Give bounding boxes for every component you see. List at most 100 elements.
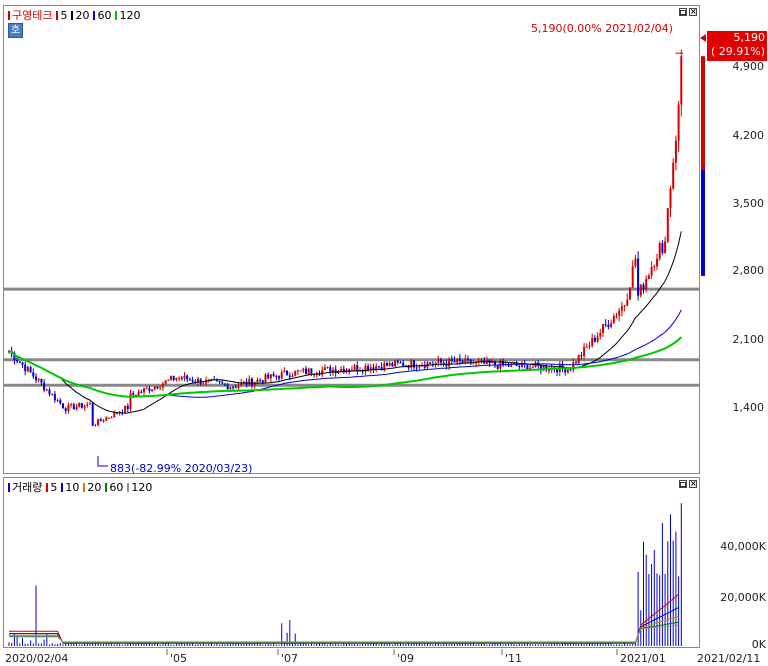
candle-body: [256, 379, 259, 383]
candle-body: [548, 370, 550, 372]
candle-body: [318, 374, 321, 376]
candle-body: [448, 358, 451, 367]
candle-body: [677, 104, 680, 141]
candle-body: [248, 378, 251, 385]
candle-body: [321, 370, 324, 375]
candle-body: [356, 365, 359, 371]
candle-body: [129, 392, 132, 410]
candle-body: [226, 384, 229, 390]
candle-body: [653, 266, 656, 268]
candle-body: [305, 368, 307, 374]
candle-body: [666, 208, 669, 242]
candle-body: [299, 370, 302, 372]
candle-body: [286, 370, 289, 376]
candle-body: [639, 284, 642, 296]
candle-body: [669, 188, 672, 209]
candle-body: [315, 374, 318, 376]
candle-body: [16, 360, 19, 362]
candle-body: [83, 405, 86, 408]
candle-body: [113, 412, 116, 418]
x-axis-label: 2021/01: [620, 652, 666, 665]
candle-body: [612, 316, 615, 324]
candle-body: [272, 374, 275, 376]
candle-body: [418, 366, 421, 368]
candle-body: [307, 368, 310, 374]
candle-body: [480, 360, 483, 362]
candle-body: [456, 358, 459, 363]
candle-body: [224, 383, 226, 385]
current-change: ( 29.91%): [710, 45, 765, 58]
candle-body: [78, 403, 81, 407]
volume-ma5-line: [9, 594, 679, 644]
candle-body: [151, 389, 154, 391]
candle-body: [24, 364, 27, 372]
candle-body: [637, 258, 640, 296]
candle-body: [577, 355, 580, 364]
candle-body: [531, 367, 534, 369]
candle-body: [45, 389, 48, 391]
candle-body: [283, 370, 286, 373]
candle-body: [156, 386, 159, 389]
candle-body: [53, 393, 56, 401]
candle-body: [326, 366, 329, 368]
volume-ma60-line: [9, 621, 679, 643]
volume-ma120-line: [9, 624, 679, 643]
candle-body: [623, 305, 626, 307]
range-bar-up: [701, 56, 705, 171]
candle-body: [664, 241, 667, 253]
candle-body: [221, 382, 224, 384]
candle-body: [191, 379, 194, 382]
candle-body: [569, 369, 572, 371]
candle-body: [440, 359, 442, 363]
current-price: 5,190: [733, 31, 766, 44]
candle-body: [102, 420, 105, 422]
candle-body: [202, 383, 205, 385]
candle-body: [656, 258, 658, 267]
candle-body: [602, 324, 604, 333]
candle-body: [232, 387, 235, 389]
ma120-line: [8, 336, 682, 398]
candle-body: [580, 355, 583, 357]
candle-body: [386, 363, 388, 366]
candle-body: [175, 378, 178, 381]
candle-body: [631, 266, 634, 288]
candle-body: [429, 362, 432, 364]
candle-body: [604, 324, 607, 326]
candle-body: [294, 370, 297, 376]
candle-body: [153, 386, 156, 390]
low-marker: [97, 456, 108, 467]
candle-body: [280, 372, 283, 379]
candle-body: [234, 387, 237, 389]
candle-body: [348, 369, 351, 371]
candle-body: [62, 403, 64, 409]
candle-body: [159, 387, 162, 389]
candle-body: [302, 368, 305, 371]
candle-body: [450, 358, 453, 362]
candle-body: [672, 162, 675, 189]
chart-window: 구영테크 5 20 60 120 호 × 거래량 5 10 20 60 120: [0, 0, 768, 666]
candle-body: [310, 368, 313, 375]
candle-body: [140, 391, 143, 393]
y-axis-label: 1,400: [732, 401, 765, 414]
candle-body: [618, 310, 621, 316]
candle-body: [399, 362, 402, 364]
candle-body: [21, 362, 24, 365]
candle-body: [80, 403, 83, 408]
candle-body: [56, 400, 59, 402]
candle-body: [267, 374, 270, 379]
candle-body: [148, 388, 151, 391]
x-axis-label: 2020/02/04: [5, 652, 69, 665]
candle-body: [172, 376, 175, 381]
candle-body: [442, 362, 445, 364]
candle-body: [575, 362, 577, 364]
candle-body: [296, 370, 299, 372]
candle-body: [288, 375, 291, 377]
candle-body: [353, 365, 356, 370]
candle-body: [607, 324, 610, 328]
current-price-tag: 5,190 ( 29.91%): [707, 31, 767, 61]
volume-axis-label: 0K: [751, 638, 766, 651]
volume-axis-label: 20,000K: [720, 591, 766, 604]
candle-body: [264, 374, 267, 383]
candle-body: [124, 405, 127, 413]
x-axis-label: '09: [397, 652, 415, 665]
